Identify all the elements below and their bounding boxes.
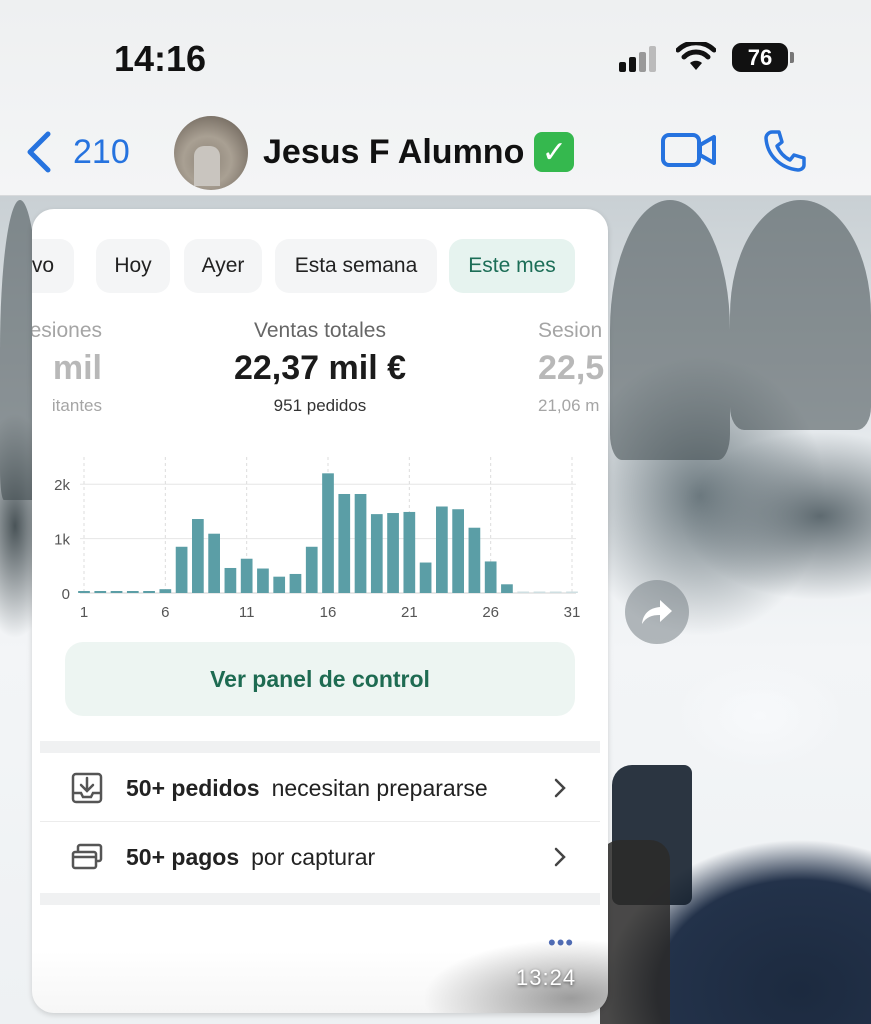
metric-sessions-left: esiones mil itantes bbox=[32, 319, 102, 415]
download-box-icon bbox=[71, 772, 103, 804]
chevron-right-icon bbox=[554, 847, 566, 867]
chart-bar bbox=[533, 591, 546, 593]
section-separator bbox=[40, 741, 600, 753]
chart-bar bbox=[240, 558, 253, 593]
chart-bar bbox=[208, 533, 220, 593]
chart-bar bbox=[338, 493, 351, 593]
contact-avatar[interactable] bbox=[174, 116, 248, 190]
chart-y-tick-label: 1k bbox=[54, 532, 70, 549]
task-row-payments[interactable]: 50+ pagos por capturar bbox=[40, 824, 600, 890]
chart-bar bbox=[126, 591, 139, 593]
chart-bar bbox=[517, 591, 530, 593]
status-time: 14:16 bbox=[114, 38, 207, 79]
chart-bar bbox=[501, 584, 513, 593]
filter-chip-hoy[interactable]: Hoy bbox=[96, 239, 170, 293]
video-call-icon[interactable] bbox=[660, 130, 718, 170]
filter-chip[interactable]: vo bbox=[32, 239, 74, 293]
view-dashboard-button[interactable]: Ver panel de control bbox=[65, 642, 575, 716]
chart-bar bbox=[387, 513, 399, 593]
row-divider bbox=[40, 821, 600, 822]
chart-y-tick-label: 2k bbox=[54, 477, 70, 494]
back-unread-count[interactable]: 210 bbox=[73, 133, 130, 172]
card-payment-icon bbox=[71, 843, 103, 870]
chat-header: 14:16 76 210 Jesus F Alumno ✓ bbox=[0, 0, 871, 196]
background-tree bbox=[610, 200, 730, 460]
chart-bar bbox=[403, 511, 416, 593]
battery-indicator: 76 bbox=[732, 43, 788, 72]
chart-bar bbox=[159, 589, 172, 593]
chart-bar bbox=[322, 473, 334, 593]
phone-call-icon[interactable] bbox=[762, 128, 808, 174]
battery-tip-icon bbox=[790, 52, 794, 63]
filter-chip-este-mes[interactable]: Este mes bbox=[449, 239, 575, 293]
chart-x-tick-label: 6 bbox=[161, 604, 169, 621]
section-separator bbox=[40, 893, 600, 905]
chart-x-tick-label: 16 bbox=[320, 604, 337, 621]
chart-bar bbox=[143, 591, 155, 593]
filter-chip-ayer[interactable]: Ayer bbox=[184, 239, 262, 293]
task-row-orders[interactable]: 50+ pedidos necesitan prepararse bbox=[40, 755, 600, 821]
background-person bbox=[600, 840, 670, 1024]
chart-bar bbox=[224, 567, 237, 593]
metric-subvalue: 951 pedidos bbox=[273, 396, 367, 415]
chart-bar bbox=[484, 561, 497, 593]
date-filter-chips: vo Hoy Ayer Esta semana Este mes bbox=[32, 239, 608, 295]
chart-bar bbox=[78, 591, 90, 593]
chart-bar bbox=[257, 568, 269, 593]
chart-bar bbox=[192, 519, 204, 593]
metric-total-sales: Ventas totales 22,37 mil € 951 pedidos bbox=[190, 319, 450, 416]
chart-bar bbox=[175, 546, 188, 593]
metric-sessions-right: Sesion 22,5 21,06 m bbox=[538, 319, 605, 415]
chart-bar bbox=[566, 591, 578, 593]
forward-button[interactable] bbox=[625, 580, 689, 644]
timestamp-shadow bbox=[422, 939, 608, 1013]
contact-name: Jesus F Alumno bbox=[263, 132, 525, 171]
metric-label: Ventas totales bbox=[254, 319, 386, 342]
chevron-right-icon bbox=[554, 778, 566, 798]
chart-x-tick-label: 31 bbox=[564, 604, 581, 621]
chart-bar bbox=[94, 591, 107, 593]
filter-chip-esta-semana[interactable]: Esta semana bbox=[275, 239, 437, 293]
task-text: 50+ pedidos necesitan prepararse bbox=[126, 774, 488, 801]
metric-value: 22,37 mil € bbox=[233, 349, 406, 387]
task-text: 50+ pagos por capturar bbox=[126, 843, 376, 870]
cellular-signal-icon bbox=[619, 46, 663, 72]
background-tree bbox=[730, 200, 871, 430]
chart-bar bbox=[305, 546, 318, 593]
chart-y-tick-label: 0 bbox=[62, 586, 70, 603]
message-timestamp: 13:24 bbox=[516, 965, 577, 990]
chart-bar bbox=[354, 493, 367, 593]
chart-bar bbox=[436, 506, 448, 593]
forward-arrow-icon bbox=[642, 600, 672, 624]
contact-title[interactable]: Jesus F Alumno ✓ bbox=[263, 132, 575, 172]
sales-bar-chart: 01k2k1 6 11 16 21 26 31 bbox=[54, 457, 581, 621]
wifi-icon bbox=[676, 42, 716, 70]
chart-x-tick-label: 11 bbox=[239, 604, 255, 621]
chart-bar bbox=[370, 514, 383, 593]
chart-bar bbox=[468, 527, 481, 593]
chart-bar bbox=[273, 576, 286, 593]
chart-x-tick-label: 26 bbox=[482, 604, 499, 621]
chart-bar bbox=[452, 509, 464, 593]
chart-bar bbox=[419, 562, 432, 593]
back-chevron-icon[interactable] bbox=[24, 130, 54, 174]
chart-x-tick-label: 1 bbox=[80, 604, 88, 621]
chart-x-tick-label: 21 bbox=[401, 604, 418, 621]
chart-bar bbox=[110, 591, 123, 593]
chart-bar bbox=[289, 573, 302, 593]
image-message-bubble[interactable]: vo Hoy Ayer Esta semana Este mes esiones… bbox=[32, 209, 608, 1013]
chart-bar bbox=[549, 591, 562, 593]
check-mark-icon: ✓ bbox=[534, 132, 575, 172]
